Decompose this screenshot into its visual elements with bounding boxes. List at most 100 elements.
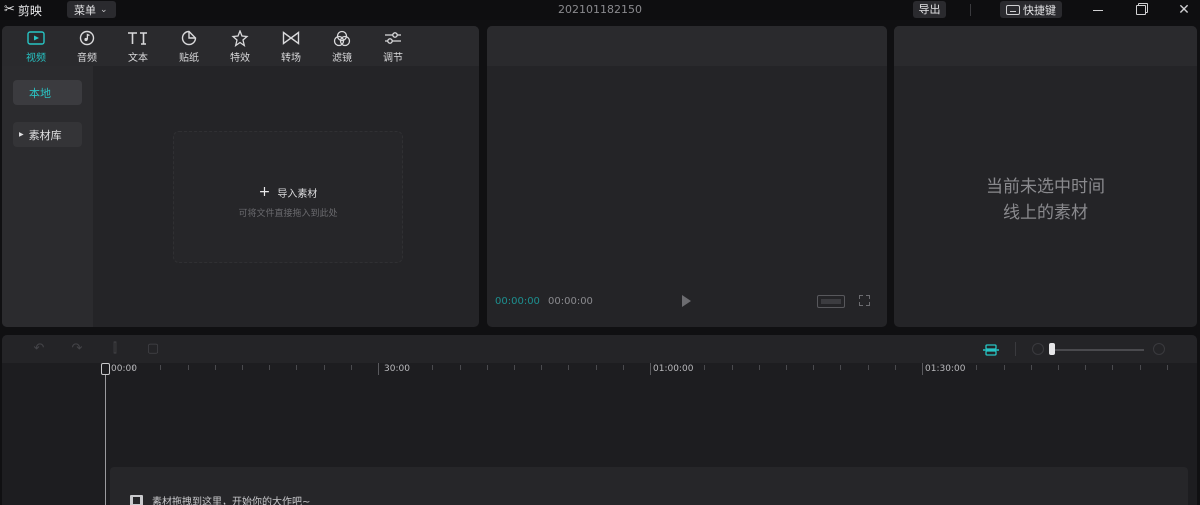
player-panel: 00:00:00 00:00:00 <box>487 26 887 327</box>
media-panel: 视频 音频 文本 贴纸 特效 转场 滤镜 调节 本地 ▶ 素材库 + 导入素材 … <box>2 26 479 327</box>
tab-audio[interactable]: 音频 <box>65 28 109 66</box>
effects-icon <box>231 28 249 48</box>
tab-label: 调节 <box>383 53 403 64</box>
tab-adjust[interactable]: 调节 <box>371 28 415 66</box>
import-title: 导入素材 <box>277 188 318 200</box>
export-button[interactable]: 导出 <box>913 1 946 18</box>
zoom-slider-thumb[interactable] <box>1049 343 1055 355</box>
timeline-toolbar: ↶ ↷ ⫿ ▢ <box>2 335 1197 363</box>
ruler-tick <box>895 365 896 370</box>
ruler-tick <box>868 365 869 370</box>
close-button[interactable]: ✕ <box>1172 0 1196 20</box>
split-icon[interactable]: ⫿ <box>108 342 122 356</box>
ruler-tick <box>1167 365 1168 370</box>
keyboard-icon <box>1006 4 1020 15</box>
track-hint-text: 素材拖拽到这里，开始你的大作吧~ <box>152 497 311 505</box>
maximize-button[interactable] <box>1129 0 1153 20</box>
sidebar-item-library[interactable]: ▶ 素材库 <box>13 122 82 147</box>
ruler-tick <box>351 365 352 370</box>
tab-label: 特效 <box>230 53 250 64</box>
main-track-drop-area[interactable]: 素材拖拽到这里，开始你的大作吧~ <box>110 467 1188 505</box>
empty-message-line1: 当前未选中时间 <box>986 177 1105 197</box>
shortcut-label: 快捷键 <box>1023 3 1056 17</box>
import-drop-zone[interactable]: + 导入素材 可将文件直接拖入到此处 <box>173 131 403 263</box>
minimize-button[interactable] <box>1086 0 1110 20</box>
player-header <box>487 26 887 66</box>
tab-label: 音频 <box>77 53 97 64</box>
shortcut-button[interactable]: 快捷键 <box>1000 1 1062 18</box>
title-bar: ✂ 剪映 菜单 ⌄ 202101182150 导出 快捷键 ✕ <box>0 0 1200 20</box>
tab-transition[interactable]: 转场 <box>269 28 313 66</box>
tab-text[interactable]: 文本 <box>116 28 160 66</box>
capcut-logo-icon: ✂ <box>4 2 15 17</box>
film-icon <box>130 495 143 505</box>
ruler-tick <box>650 363 651 375</box>
tab-filter[interactable]: 滤镜 <box>320 28 364 66</box>
ruler-tick <box>541 365 542 370</box>
menu-label: 菜单 <box>74 3 96 17</box>
delete-icon[interactable]: ▢ <box>146 342 160 356</box>
import-button[interactable]: + 导入素材 <box>174 184 402 200</box>
sidebar-item-local[interactable]: 本地 <box>13 80 82 105</box>
ruler-tick <box>215 365 216 370</box>
empty-message-line2: 线上的素材 <box>1003 203 1088 223</box>
ruler-tick <box>514 365 515 370</box>
redo-icon[interactable]: ↷ <box>70 342 84 356</box>
ruler-tick <box>813 365 814 370</box>
ruler-tick <box>922 363 923 375</box>
tab-video[interactable]: 视频 <box>14 28 58 66</box>
zoom-out-icon[interactable] <box>1032 343 1044 355</box>
audio-icon <box>79 28 95 48</box>
tab-label: 贴纸 <box>179 53 199 64</box>
ruler-tick <box>1058 365 1059 370</box>
menu-button[interactable]: 菜单 ⌄ <box>67 1 116 18</box>
ruler-label: 01:30:00 <box>925 364 966 374</box>
tab-label: 视频 <box>26 53 46 64</box>
ruler-tick <box>188 365 189 370</box>
playhead[interactable] <box>105 366 106 505</box>
import-hint: 可将文件直接拖入到此处 <box>238 209 338 219</box>
adjust-icon <box>384 28 402 48</box>
ruler-tick <box>242 365 243 370</box>
time-ruler[interactable]: 00:00 30:00 01:00:00 01:30:00 <box>2 363 1197 379</box>
ruler-tick <box>732 365 733 370</box>
attribute-panel: 当前未选中时间 线上的素材 <box>894 26 1197 327</box>
ruler-label: 30:00 <box>384 364 410 374</box>
caret-right-icon: ▶ <box>19 131 24 138</box>
maximize-icon <box>1136 5 1146 15</box>
ruler-tick <box>296 365 297 370</box>
tab-sticker[interactable]: 贴纸 <box>167 28 211 66</box>
playhead-handle[interactable] <box>101 363 110 375</box>
ruler-tick <box>378 363 379 375</box>
aspect-ratio-icon[interactable] <box>817 295 845 308</box>
ruler-tick <box>623 365 624 370</box>
video-icon <box>27 28 45 48</box>
zoom-in-icon[interactable] <box>1153 343 1165 355</box>
text-icon <box>127 28 149 48</box>
app-name: 剪映 <box>17 3 42 18</box>
filter-icon <box>333 28 351 48</box>
tab-effects[interactable]: 特效 <box>218 28 262 66</box>
ruler-tick <box>568 365 569 370</box>
attribute-header <box>894 26 1197 66</box>
zoom-slider-track[interactable] <box>1054 349 1144 351</box>
close-icon: ✕ <box>1178 2 1190 18</box>
ruler-tick <box>487 365 488 370</box>
total-timecode: 00:00:00 <box>548 296 593 307</box>
ruler-tick <box>596 365 597 370</box>
ruler-tick <box>1112 365 1113 370</box>
toolbar-divider <box>1015 342 1016 356</box>
fullscreen-icon[interactable] <box>859 295 870 306</box>
project-title: 202101182150 <box>558 3 642 16</box>
tab-label: 转场 <box>281 53 301 64</box>
ruler-tick <box>786 365 787 370</box>
tab-label: 滤镜 <box>332 53 352 64</box>
current-timecode: 00:00:00 <box>495 296 540 307</box>
ruler-tick <box>759 365 760 370</box>
play-icon[interactable] <box>682 295 691 307</box>
ruler-tick <box>1004 365 1005 370</box>
sticker-icon <box>181 28 197 48</box>
plus-icon: + <box>258 184 271 200</box>
undo-icon[interactable]: ↶ <box>32 342 46 356</box>
magnet-snap-icon[interactable] <box>982 342 1000 356</box>
